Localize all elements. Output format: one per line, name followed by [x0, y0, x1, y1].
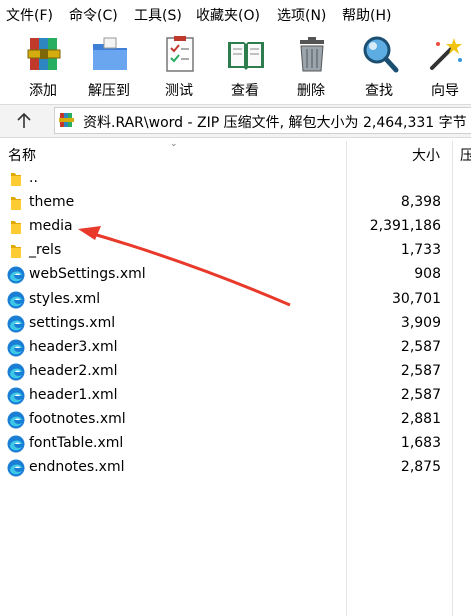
edge-file-icon	[7, 291, 25, 308]
file-name: footnotes.xml	[29, 411, 126, 427]
column-size[interactable]: 大小	[412, 145, 440, 165]
magic-wand-icon	[430, 38, 462, 70]
list-item[interactable]: _rels 1,733	[0, 239, 471, 263]
column-name[interactable]: 名称	[8, 145, 36, 165]
add-label: 添加	[29, 83, 57, 99]
test-label: 测试	[165, 83, 193, 99]
list-item[interactable]: styles.xml 30,701	[0, 288, 471, 312]
menu-options[interactable]: 选项(N)	[277, 5, 326, 25]
file-size: 30,701	[392, 290, 441, 307]
menu-command[interactable]: 命令(C)	[69, 5, 118, 25]
file-name: _rels	[29, 242, 62, 259]
menu-file[interactable]: 文件(F)	[6, 5, 53, 25]
add-button[interactable]: 添加	[10, 30, 76, 100]
file-size: 1,733	[400, 242, 441, 259]
list-item[interactable]: fontTable.xml 1,683	[0, 432, 471, 456]
find-label: 查找	[365, 83, 393, 99]
menu-favorites[interactable]: 收藏夹(O)	[196, 5, 260, 25]
wizard-label: 向导	[431, 83, 459, 99]
view-label: 查看	[231, 83, 259, 99]
column-header: ⌄ 名称 大小 压	[0, 139, 471, 165]
file-name: webSettings.xml	[29, 266, 146, 283]
path-text: 资料.RAR\word - ZIP 压缩文件, 解包大小为 2,464,331 …	[83, 115, 467, 131]
edge-file-icon	[7, 363, 25, 381]
file-name: theme	[29, 194, 75, 211]
menu-help[interactable]: 帮助(H)	[342, 5, 391, 25]
edge-file-icon	[7, 459, 25, 477]
delete-label: 删除	[297, 83, 325, 99]
list-item[interactable]: header2.xml 2,587	[0, 360, 471, 384]
folder-extract-icon	[93, 37, 127, 70]
file-size: 1,683	[400, 435, 441, 452]
column-packed[interactable]: 压	[460, 145, 471, 165]
up-arrow-icon[interactable]	[14, 111, 34, 131]
view-button[interactable]: 查看	[212, 30, 278, 100]
list-item[interactable]: settings.xml 3,909	[0, 312, 471, 336]
list-item[interactable]: webSettings.xml 908	[0, 263, 471, 287]
folder-icon	[11, 221, 21, 235]
list-item[interactable]: media 2,391,186	[0, 215, 471, 239]
file-name: ..	[29, 170, 38, 186]
file-size: 2,881	[400, 411, 441, 427]
file-size: 908	[414, 266, 441, 283]
wizard-button[interactable]: 向导	[412, 30, 471, 100]
file-size: 8,398	[400, 194, 441, 211]
edge-file-icon	[7, 435, 25, 453]
file-name: styles.xml	[29, 290, 101, 307]
file-size: 2,875	[400, 459, 441, 476]
delete-button[interactable]: 删除	[278, 30, 344, 100]
file-name: media	[29, 218, 73, 235]
extract-to-button[interactable]: 解压到	[76, 30, 142, 100]
clipboard-check-icon	[166, 36, 194, 72]
list-item[interactable]: header3.xml 2,587	[0, 336, 471, 360]
list-item[interactable]: header1.xml 2,587	[0, 384, 471, 408]
file-name: endnotes.xml	[29, 459, 125, 476]
edge-file-icon	[7, 266, 25, 284]
magnifier-icon	[363, 36, 399, 73]
file-size: 2,587	[400, 362, 441, 379]
trash-can-icon	[300, 37, 324, 72]
file-name: fontTable.xml	[29, 435, 124, 452]
menu-bar: 文件(F) 命令(C) 工具(S) 收藏夹(O) 选项(N) 帮助(H)	[0, 0, 471, 28]
open-book-icon	[228, 42, 264, 70]
archive-icon	[59, 113, 74, 127]
menu-tools[interactable]: 工具(S)	[134, 5, 182, 25]
toolbar: 添加 解压到 测试 查看 删除 查找 向导	[0, 28, 471, 102]
list-item[interactable]: footnotes.xml 2,881	[0, 408, 471, 432]
archive-books-icon	[27, 38, 61, 70]
file-size: 2,587	[400, 338, 441, 355]
file-name: header2.xml	[29, 362, 118, 379]
address-bar: 资料.RAR\word - ZIP 压缩文件, 解包大小为 2,464,331 …	[0, 104, 471, 138]
path-field[interactable]: 资料.RAR\word - ZIP 压缩文件, 解包大小为 2,464,331 …	[54, 107, 471, 134]
file-name: header1.xml	[29, 386, 118, 403]
list-item[interactable]: endnotes.xml 2,875	[0, 456, 471, 480]
file-size: 2,391,186	[369, 218, 441, 235]
list-item[interactable]: ..	[0, 167, 471, 191]
folder-icon	[11, 173, 21, 186]
test-button[interactable]: 测试	[146, 30, 212, 100]
file-name: settings.xml	[29, 314, 116, 331]
extract-to-label: 解压到	[88, 83, 130, 99]
edge-file-icon	[7, 411, 25, 429]
file-name: header3.xml	[29, 338, 118, 355]
file-size: 3,909	[400, 314, 441, 331]
sort-chevron-icon: ⌄	[170, 139, 178, 149]
edge-file-icon	[7, 315, 25, 333]
folder-icon	[11, 197, 21, 211]
edge-file-icon	[7, 387, 25, 405]
list-item[interactable]: theme 8,398	[0, 191, 471, 215]
folder-icon	[11, 245, 21, 259]
file-size: 2,587	[400, 386, 441, 403]
edge-file-icon	[7, 339, 25, 357]
find-button[interactable]: 查找	[346, 30, 412, 100]
